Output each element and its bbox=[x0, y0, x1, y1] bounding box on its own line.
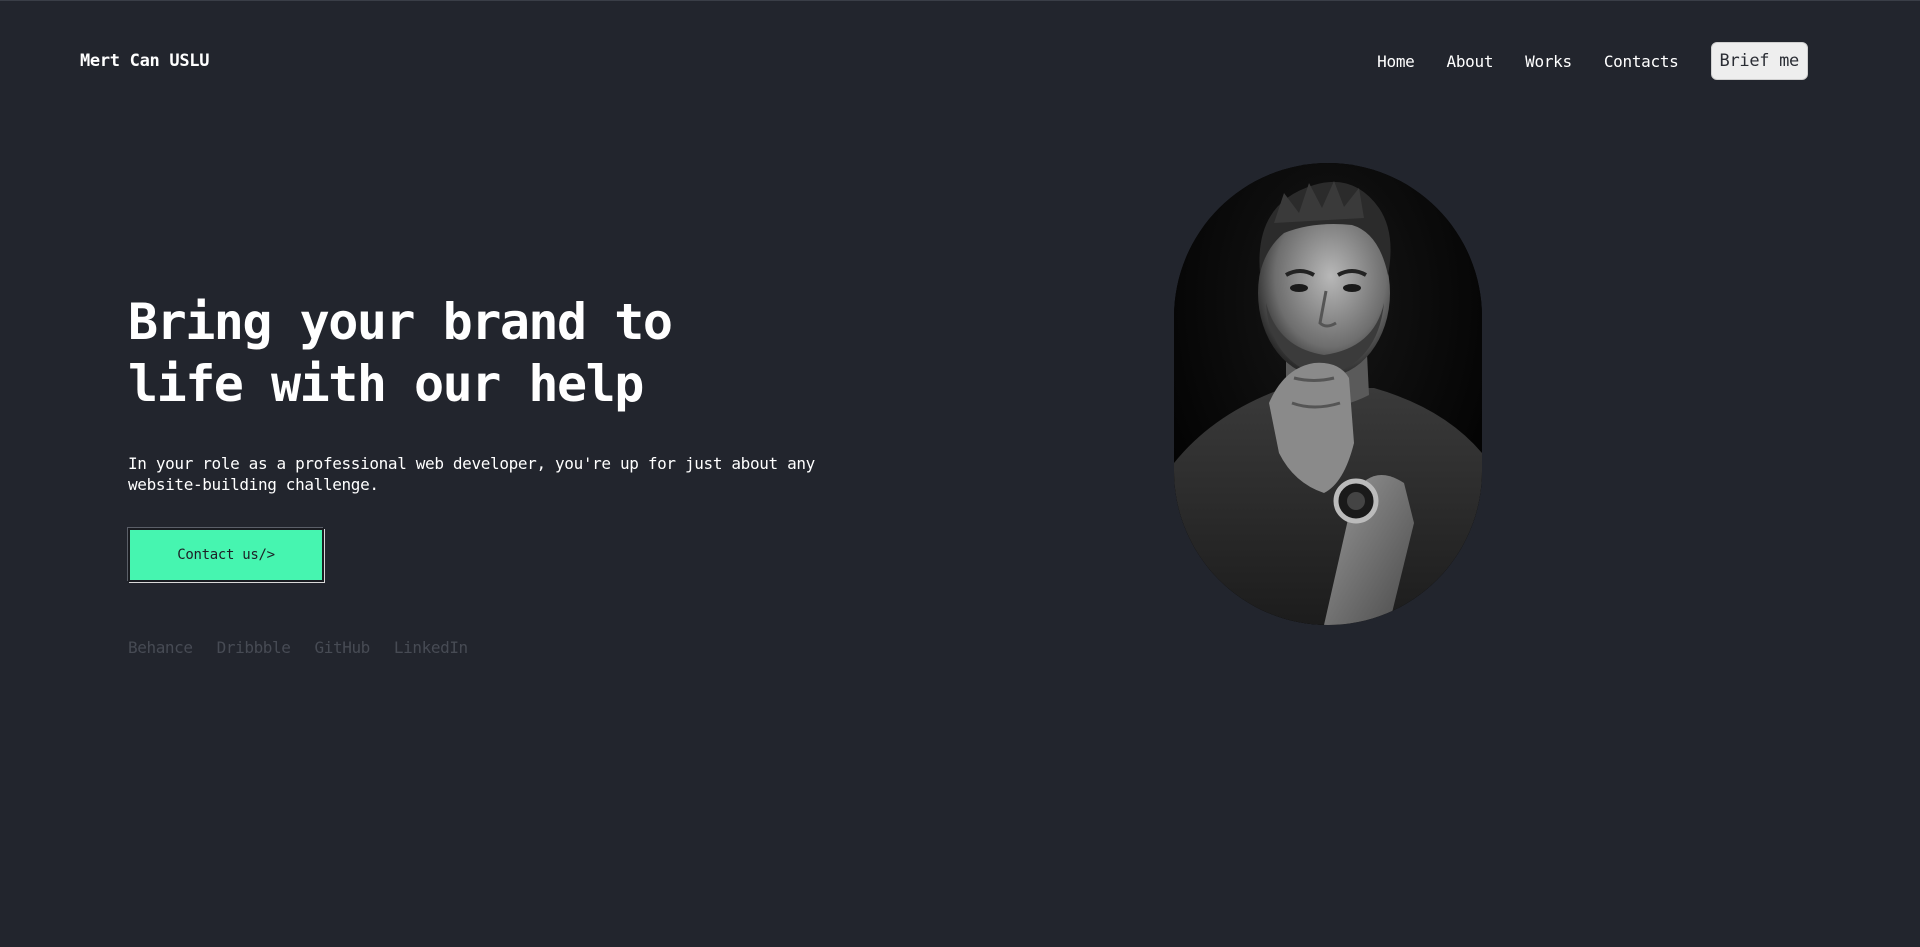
main-nav: Home About Works Contacts Brief me bbox=[1377, 42, 1808, 80]
social-links: Behance Dribbble GitHub LinkedIn bbox=[128, 638, 828, 657]
site-logo[interactable]: Mert Can USLU bbox=[80, 51, 209, 71]
page: Mert Can USLU Home About Works Contacts … bbox=[0, 0, 1920, 947]
social-behance[interactable]: Behance bbox=[128, 638, 193, 657]
portrait-photo-icon bbox=[1174, 163, 1482, 625]
hero-title: Bring your brand to life with our help bbox=[128, 293, 673, 413]
brief-me-button[interactable]: Brief me bbox=[1710, 42, 1808, 80]
portrait-image bbox=[1174, 163, 1482, 625]
social-linkedin[interactable]: LinkedIn bbox=[394, 638, 468, 657]
social-dribbble[interactable]: Dribbble bbox=[217, 638, 291, 657]
nav-works[interactable]: Works bbox=[1525, 52, 1572, 71]
hero-description: In your role as a professional web devel… bbox=[128, 454, 815, 494]
nav-home[interactable]: Home bbox=[1377, 52, 1415, 71]
nav-contacts[interactable]: Contacts bbox=[1604, 52, 1679, 71]
nav-about[interactable]: About bbox=[1447, 52, 1494, 71]
social-github[interactable]: GitHub bbox=[315, 638, 371, 657]
hero-section: Bring your brand to life with our help I… bbox=[128, 291, 828, 657]
contact-us-button[interactable]: Contact us/> bbox=[128, 528, 324, 582]
